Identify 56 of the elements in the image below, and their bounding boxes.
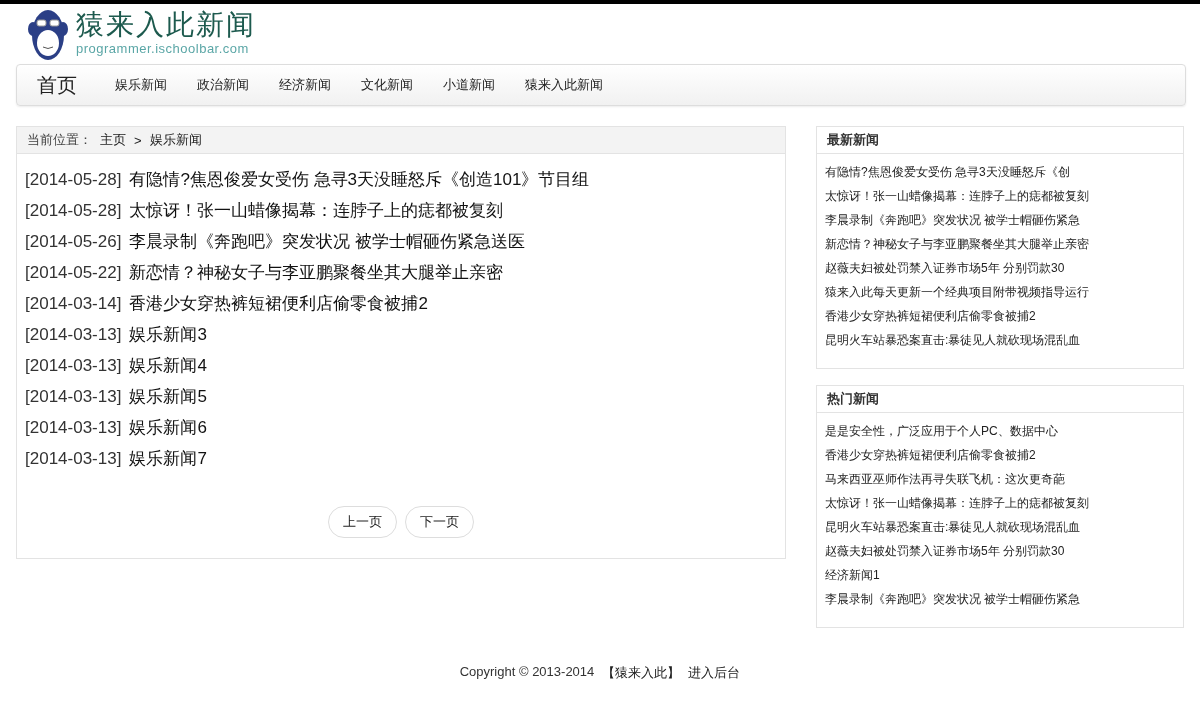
site-link[interactable]: 【猿来入此】 [602, 664, 681, 682]
panel-heading: 热门新闻 [817, 386, 1183, 413]
article-link[interactable]: 李晨录制《奔跑吧》突发状况 被学士帽砸伤紧急送医 [129, 230, 526, 253]
article-date: [2014-05-28] [25, 169, 122, 190]
news-link[interactable]: 赵薇夫妇被处罚禁入证券市场5年 分别罚款30 [825, 256, 1175, 280]
news-link[interactable]: 香港少女穿热裤短裙便利店偷零食被捕2 [825, 304, 1175, 328]
article-date: [2014-03-14] [25, 293, 122, 314]
breadcrumb-separator: > [134, 132, 142, 148]
article-date: [2014-03-13] [25, 324, 122, 345]
article-date: [2014-03-13] [25, 448, 122, 469]
news-link[interactable]: 新恋情？神秘女子与李亚鹏聚餐坐其大腿举止亲密 [825, 232, 1175, 256]
article-link[interactable]: 娱乐新闻3 [129, 323, 207, 346]
nav-link[interactable]: 文化新闻 [361, 76, 413, 94]
site-url: programmer.ischoolbar.com [76, 41, 250, 57]
breadcrumb-label: 当前位置： [27, 131, 92, 149]
article-link[interactable]: 新恋情？神秘女子与李亚鹏聚餐坐其大腿举止亲密 [129, 261, 504, 284]
news-link[interactable]: 有隐情?焦恩俊爱女受伤 急寻3天没睡怒斥《创 [825, 160, 1175, 184]
previous-page-button[interactable]: 上一页 [328, 506, 397, 538]
breadcrumb-current: 娱乐新闻 [149, 131, 202, 149]
article-date: [2014-03-13] [25, 386, 122, 407]
news-link[interactable]: 昆明火车站暴恐案直击:暴徒见人就砍现场混乱血 [825, 328, 1175, 352]
news-link[interactable]: 是是安全性，广泛应用于个人PC、数据中心 [825, 419, 1175, 443]
news-link[interactable]: 李晨录制《奔跑吧》突发状况 被学士帽砸伤紧急 [825, 587, 1175, 611]
article-date: [2014-05-22] [25, 262, 122, 283]
news-link[interactable]: 太惊讶！张一山蜡像揭幕：连脖子上的痣都被复刻 [825, 184, 1175, 208]
article-date: [2014-03-13] [25, 417, 122, 438]
article-link[interactable]: 有隐情?焦恩俊爱女受伤 急寻3天没睡怒斥《创造101》节目组 [129, 168, 590, 191]
next-page-button[interactable]: 下一页 [405, 506, 474, 538]
article-link[interactable]: 娱乐新闻6 [129, 416, 207, 439]
article-link[interactable]: 香港少女穿热裤短裙便利店偷零食被捕2 [129, 292, 428, 315]
article-date: [2014-05-26] [25, 231, 122, 252]
article-link[interactable]: 娱乐新闻7 [129, 447, 207, 470]
article-link[interactable]: 娱乐新闻4 [129, 354, 207, 377]
news-link[interactable]: 太惊讶！张一山蜡像揭幕：连脖子上的痣都被复刻 [825, 491, 1175, 515]
news-link[interactable]: 马来西亚巫师作法再寻失联飞机：这次更奇葩 [825, 467, 1175, 491]
nav-link[interactable]: 猿来入此新闻 [525, 76, 603, 94]
news-link[interactable]: 经济新闻1 [825, 563, 1175, 587]
article-link[interactable]: 娱乐新闻5 [129, 385, 207, 408]
article-link[interactable]: 太惊讶！张一山蜡像揭幕：连脖子上的痣都被复刻 [129, 199, 504, 222]
copyright-text: Copyright © 2013-2014 [459, 664, 595, 681]
news-link[interactable]: 赵薇夫妇被处罚禁入证券市场5年 分别罚款30 [825, 539, 1175, 563]
panel-heading: 最新新闻 [817, 127, 1183, 154]
news-link[interactable]: 昆明火车站暴恐案直击:暴徒见人就砍现场混乱血 [825, 515, 1175, 539]
nav-link[interactable]: 政治新闻 [197, 76, 249, 94]
nav-link[interactable]: 经济新闻 [279, 76, 331, 94]
nav-link[interactable]: 娱乐新闻 [115, 76, 167, 94]
news-link[interactable]: 李晨录制《奔跑吧》突发状况 被学士帽砸伤紧急 [825, 208, 1175, 232]
nav-link[interactable]: 小道新闻 [443, 76, 495, 94]
news-link[interactable]: 猿来入此每天更新一个经典项目附带视频指导运行 [825, 280, 1175, 304]
news-link[interactable]: 香港少女穿热裤短裙便利店偷零食被捕2 [825, 443, 1175, 467]
nav-home-link[interactable]: 首页 [37, 71, 77, 99]
site-title: 猿来入此新闻 [76, 9, 256, 41]
article-date: [2014-03-13] [25, 355, 122, 376]
admin-link[interactable]: 进入后台 [688, 664, 741, 682]
breadcrumb-link[interactable]: 主页 [100, 131, 126, 149]
article-date: [2014-05-28] [25, 200, 122, 221]
